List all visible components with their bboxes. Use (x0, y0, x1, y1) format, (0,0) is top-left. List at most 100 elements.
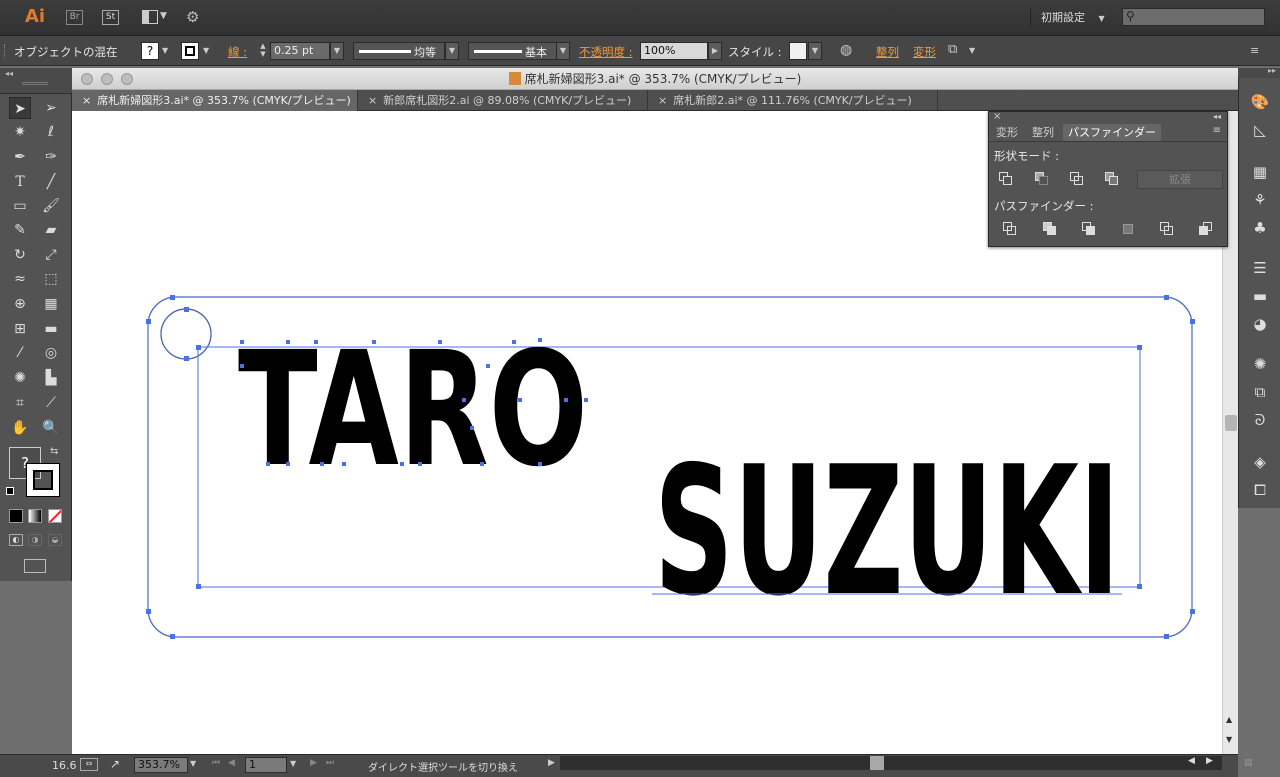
graphic-styles-icon[interactable]: ⧉ (1249, 382, 1271, 402)
pencil-tool-icon[interactable]: ✎ (9, 219, 31, 241)
lasso-tool-icon[interactable]: ℓ (40, 121, 62, 143)
free-transform-tool-icon[interactable]: ⬚ (40, 268, 62, 290)
intersect-icon[interactable] (1070, 172, 1086, 186)
minus-front-icon[interactable] (1035, 172, 1051, 186)
divide-icon[interactable] (1003, 222, 1019, 236)
horizontal-scrollbar[interactable]: ◀ ▶ (560, 756, 1222, 770)
magic-wand-tool-icon[interactable]: ✷ (9, 121, 31, 143)
stroke-color-box[interactable] (26, 463, 60, 497)
close-icon[interactable]: × (993, 111, 1001, 122)
chevron-down-icon[interactable]: ▼ (160, 11, 167, 21)
expand-button[interactable]: 拡張 (1137, 170, 1223, 189)
next-artboard-icon[interactable]: ▶ (310, 758, 317, 768)
direct-selection-tool-icon[interactable]: ➢ (40, 97, 62, 119)
close-icon[interactable]: × (82, 94, 91, 107)
transparency-icon[interactable]: ◕ (1249, 314, 1271, 334)
artboards-icon[interactable]: ⧠ (1249, 480, 1271, 500)
hand-tool-icon[interactable]: ✋ (9, 417, 31, 439)
swap-fill-stroke-icon[interactable]: ⇆ (50, 446, 58, 457)
gradient-panel-icon[interactable]: ▬ (1249, 286, 1271, 306)
color-guide-icon[interactable]: ◺ (1249, 120, 1271, 140)
tools-panel-header[interactable]: ◂◂ (0, 68, 72, 94)
align-link[interactable]: 整列 (876, 44, 899, 60)
chevron-down-icon[interactable]: ▼ (162, 46, 168, 55)
scroll-up-arrow[interactable]: ▲ (1226, 715, 1232, 724)
none-mode-icon[interactable] (48, 509, 62, 523)
stock-button[interactable]: St (102, 10, 119, 25)
brush-dropdown[interactable]: ▼ (556, 42, 570, 60)
panel-menu-icon[interactable]: ≡ (1250, 44, 1259, 57)
graphic-style-swatch[interactable] (789, 42, 807, 60)
profile-dropdown[interactable]: ▼ (445, 42, 459, 60)
scroll-right-arrow[interactable]: ▶ (1206, 756, 1213, 766)
stroke-weight-input[interactable]: 0.25 pt (270, 42, 330, 60)
style-dropdown[interactable]: ▼ (808, 42, 822, 60)
variable-width-profile[interactable]: 均等 (353, 42, 445, 60)
gradient-tool-icon[interactable]: ▬ (40, 318, 62, 340)
tab-transform[interactable]: 変形 (991, 124, 1023, 141)
stroke-weight-dropdown[interactable]: ▼ (330, 42, 344, 60)
isolate-icon[interactable]: ⧉ (948, 42, 957, 57)
right-dock-header[interactable]: ▸▸ (1238, 66, 1280, 78)
scale-tool-icon[interactable]: ⤢ (40, 244, 62, 266)
rotate-tool-icon[interactable]: ↻ (9, 244, 31, 266)
swatches-icon[interactable]: ▦ (1249, 162, 1271, 182)
opacity-label[interactable]: 不透明度 : (579, 44, 633, 60)
symbols-icon[interactable]: ♣ (1249, 218, 1271, 238)
brushes-icon[interactable]: ⚘ (1249, 190, 1271, 210)
eyedropper-tool-icon[interactable]: ⁄ (9, 342, 31, 364)
shape-builder-tool-icon[interactable]: ⊕ (9, 293, 31, 315)
resize-grip-icon[interactable]: ▤ (1244, 758, 1256, 770)
stroke-label[interactable]: 線 : (228, 44, 247, 60)
slice-tool-icon[interactable]: ⟋ (40, 392, 62, 414)
zoom-tool-icon[interactable]: 🔍 (40, 417, 62, 439)
mesh-tool-icon[interactable]: ⊞ (9, 318, 31, 340)
chevron-down-icon[interactable]: ▼ (290, 759, 296, 768)
curvature-tool-icon[interactable]: ✑ (40, 146, 62, 168)
tab-document-2[interactable]: × 新郎席札図形2.ai @ 89.08% (CMYK/プレビュー) (358, 90, 648, 111)
workspace-switcher[interactable]: 初期設定 ▼ (1030, 9, 1105, 27)
stroke-swatch[interactable] (181, 42, 199, 60)
grip-handle[interactable] (4, 44, 7, 58)
first-artboard-icon[interactable]: ⏮ (212, 758, 220, 768)
stroke-panel-icon[interactable]: ☰ (1249, 258, 1271, 278)
previous-artboard-icon[interactable]: ◀ (228, 758, 235, 768)
artboard-tool-icon[interactable]: ⌗ (9, 392, 31, 414)
rectangle-tool-icon[interactable]: ▭ (9, 195, 31, 217)
outline-icon[interactable] (1160, 222, 1176, 236)
merge-icon[interactable] (1082, 222, 1098, 236)
minimize-window-button[interactable] (101, 73, 113, 85)
recolor-artwork-icon[interactable]: ◍ (840, 42, 852, 58)
trim-icon[interactable] (1043, 222, 1059, 236)
scroll-left-arrow[interactable]: ◀ (1188, 756, 1195, 766)
tab-document-3[interactable]: × 席札新郎2.ai* @ 111.76% (CMYK/プレビュー) (648, 90, 938, 111)
draw-inside-icon[interactable]: ◒ (48, 534, 62, 546)
scroll-down-arrow[interactable]: ▼ (1226, 735, 1232, 744)
status-menu-icon[interactable]: ▶ (548, 758, 555, 768)
screen-mode-icon[interactable] (24, 559, 46, 573)
last-artboard-icon[interactable]: ⏭ (326, 758, 334, 768)
minus-back-icon[interactable] (1199, 222, 1215, 236)
collapse-icon[interactable]: ◂◂ (5, 69, 13, 78)
pen-tool-icon[interactable]: ✒ (9, 146, 31, 168)
draw-normal-icon[interactable]: ◐ (9, 534, 23, 546)
tab-document-1[interactable]: × 席札新婦図形3.ai* @ 353.7% (CMYK/プレビュー) (72, 90, 358, 111)
brush-definition[interactable]: 基本 (468, 42, 560, 60)
opacity-input[interactable]: 100% (640, 42, 708, 60)
close-icon[interactable]: × (368, 94, 377, 107)
tab-align[interactable]: 整列 (1027, 124, 1059, 141)
crop-icon[interactable] (1121, 222, 1137, 236)
bridge-button[interactable]: Br (66, 10, 83, 25)
selection-tool-icon[interactable]: ➤ (9, 97, 31, 119)
fill-swatch[interactable]: ? (141, 42, 159, 60)
artboard-nav-icon[interactable]: ⇔ (80, 758, 98, 771)
gpu-performance-icon[interactable]: ⚙ (186, 8, 199, 26)
layers-icon[interactable]: ◈ (1249, 452, 1271, 472)
panel-menu-icon[interactable]: ≡ (1213, 125, 1221, 136)
search-field[interactable]: ⚲ (1122, 8, 1265, 26)
unite-icon[interactable] (999, 172, 1015, 186)
exclude-icon[interactable] (1105, 172, 1121, 186)
close-icon[interactable]: × (658, 94, 667, 107)
chevron-down-icon[interactable]: ▼ (203, 46, 209, 55)
chevron-down-icon[interactable]: ▼ (190, 759, 196, 768)
